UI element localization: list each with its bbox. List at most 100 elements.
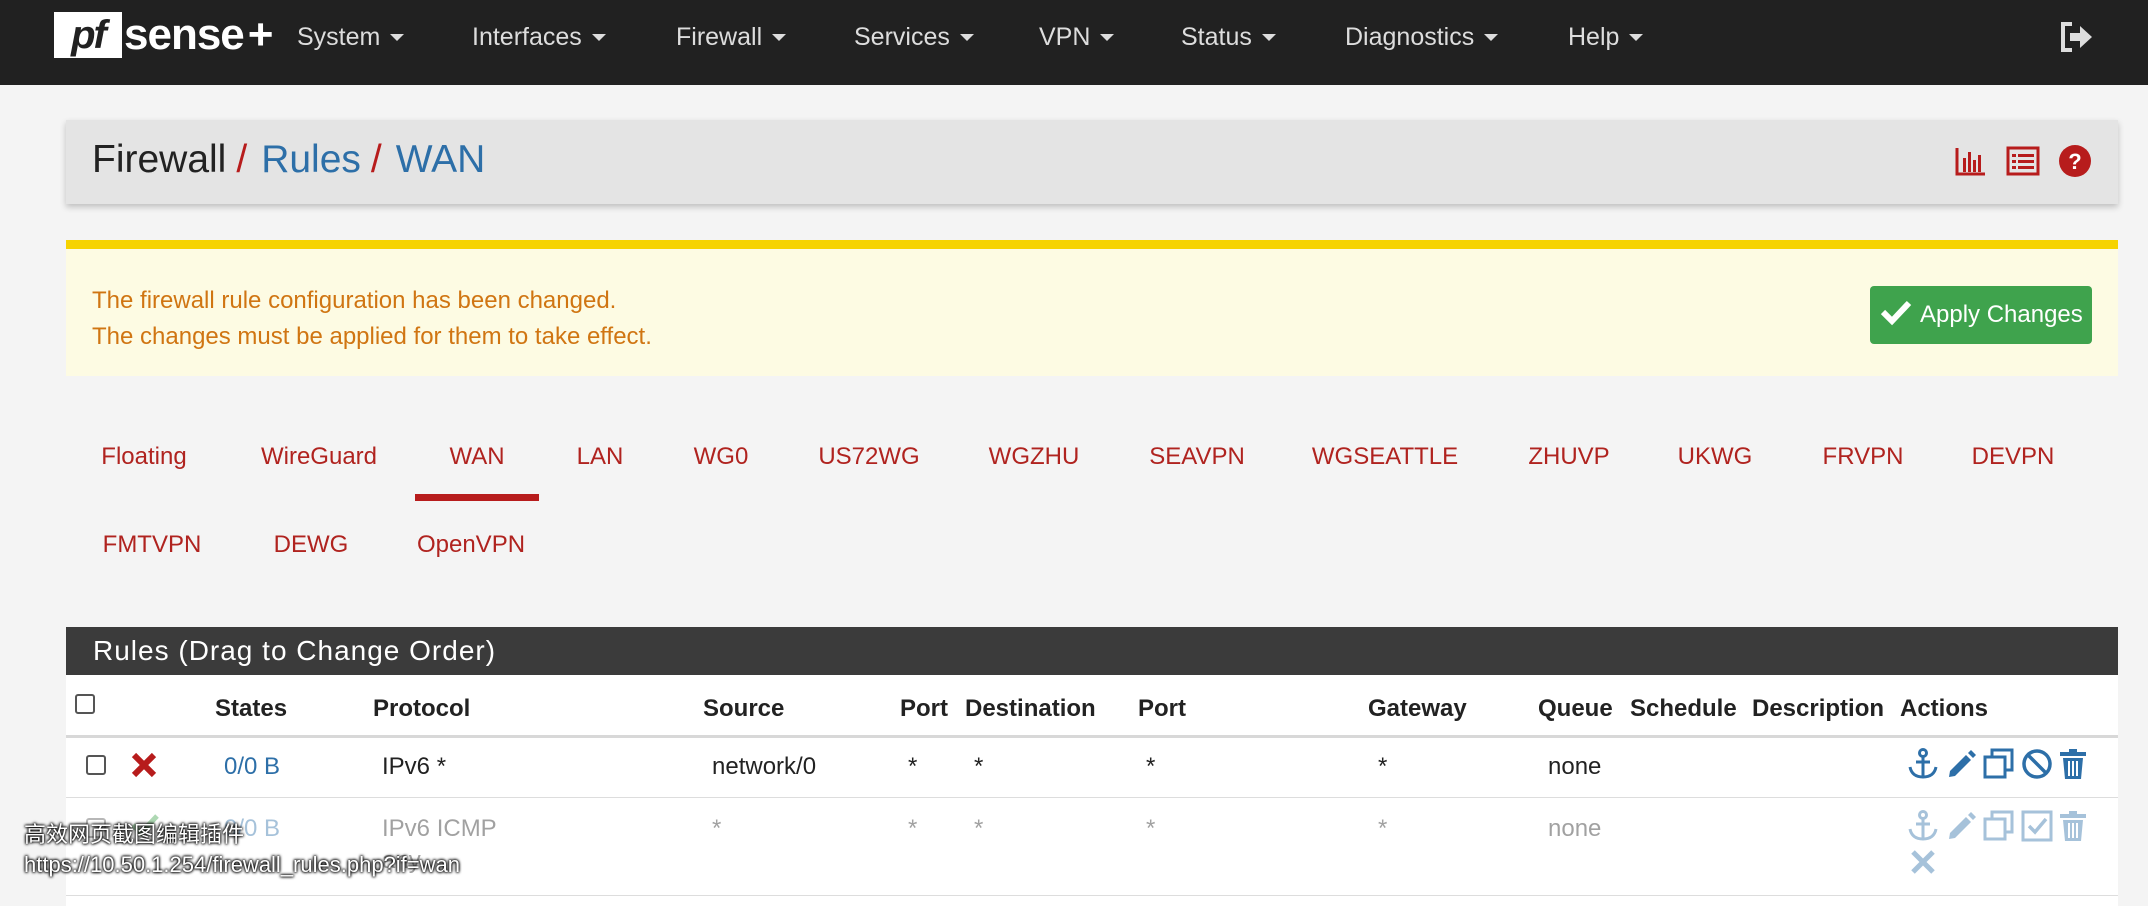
source-port-value: * [908, 753, 918, 780]
copy-icon[interactable] [1982, 809, 2016, 843]
source-value: network/0 [712, 753, 817, 780]
col-gateway[interactable]: Gateway [1368, 695, 1467, 723]
chevron-down-icon [1484, 33, 1499, 41]
row-checkbox[interactable] [86, 755, 106, 775]
rules-panel-heading: Rules (Drag to Change Order) [66, 627, 2118, 675]
tab-fmtvpn[interactable]: FMTVPN [96, 525, 208, 565]
nav-label: Help [1568, 22, 1620, 51]
gateway-value: * [1378, 815, 1388, 842]
chevron-down-icon [390, 33, 405, 41]
breadcrumb: Firewall / Rules / WAN [92, 138, 485, 182]
chevron-down-icon [959, 33, 974, 41]
source-value: * [712, 815, 722, 842]
tab-wan[interactable]: WAN [415, 437, 539, 477]
col-destination[interactable]: Destination [965, 695, 1096, 723]
active-tab-indicator [415, 494, 539, 501]
col-description[interactable]: Description [1752, 695, 1884, 723]
protocol-value: IPv6 * [382, 753, 447, 780]
sign-out-icon[interactable] [2058, 20, 2094, 54]
col-queue[interactable]: Queue [1538, 695, 1613, 723]
nav-services[interactable]: Services [854, 20, 974, 54]
tab-wireguard[interactable]: WireGuard [254, 437, 384, 477]
delete-trash-icon[interactable] [2056, 809, 2090, 843]
nav-help[interactable]: Help [1568, 20, 1644, 54]
col-source[interactable]: Source [703, 695, 784, 723]
col-protocol[interactable]: Protocol [373, 695, 470, 723]
col-destination-port[interactable]: Port [1138, 695, 1186, 723]
nav-label: Interfaces [472, 22, 582, 51]
tab-zhuvp[interactable]: ZHUVP [1520, 437, 1618, 477]
tab-floating[interactable]: Floating [88, 437, 200, 477]
nav-firewall[interactable]: Firewall [676, 20, 787, 54]
tab-openvpn[interactable]: OpenVPN [412, 525, 530, 565]
logo-sense: sense [124, 10, 245, 59]
logo-plus: + [247, 10, 274, 59]
screenshot-watermark: 高效网页截图编辑插件 https://10.50.1.254/firewall_… [24, 820, 460, 880]
tab-wgzhu[interactable]: WGZHU [982, 437, 1086, 477]
select-all-checkbox[interactable] [75, 694, 95, 714]
breadcrumb-separator: / [370, 138, 382, 181]
check-icon [1880, 298, 1912, 333]
chevron-down-icon [591, 33, 606, 41]
edit-pencil-icon[interactable] [1944, 747, 1978, 781]
source-port-value: * [908, 815, 918, 842]
anchor-icon[interactable] [1906, 747, 1940, 781]
breadcrumb-wan[interactable]: WAN [396, 138, 486, 182]
tab-lan[interactable]: LAN [565, 437, 635, 477]
destination-value: * [974, 815, 984, 842]
tab-ukwg[interactable]: UKWG [1672, 437, 1758, 477]
bar-chart-icon[interactable] [1954, 144, 1988, 178]
destination-port-value: * [1146, 753, 1156, 780]
nav-label: VPN [1039, 22, 1091, 51]
apply-changes-label: Apply Changes [1920, 301, 2083, 328]
disable-ban-icon[interactable] [2020, 747, 2054, 781]
breadcrumb-separator: / [236, 138, 248, 181]
destination-port-value: * [1146, 815, 1156, 842]
row-divider [66, 797, 2118, 798]
states-value[interactable]: 0/0 B [224, 753, 280, 781]
nav-label: Status [1181, 22, 1252, 51]
alert-line-2: The changes must be applied for them to … [92, 323, 652, 350]
col-source-port[interactable]: Port [900, 695, 948, 723]
apply-changes-button[interactable]: Apply Changes [1870, 286, 2092, 344]
col-schedule[interactable]: Schedule [1630, 695, 1737, 723]
alert-line-1: The firewall rule configuration has been… [92, 287, 617, 314]
breadcrumb-rules[interactable]: Rules [261, 138, 361, 182]
copy-icon[interactable] [1982, 747, 2016, 781]
queue-value: none [1548, 753, 1602, 780]
anchor-icon[interactable] [1906, 809, 1940, 843]
remove-x-icon[interactable] [1906, 845, 1940, 879]
config-changed-alert: The firewall rule configuration has been… [66, 240, 2118, 376]
watermark-line-1: 高效网页截图编辑插件 [24, 822, 245, 847]
top-navbar: pf sense + System Interfaces Firewall Se… [0, 0, 2148, 85]
tab-wg0[interactable]: WG0 [686, 437, 756, 477]
tab-wgseattle[interactable]: WGSEATTLE [1310, 437, 1460, 477]
nav-system[interactable]: System [297, 20, 405, 54]
nav-vpn[interactable]: VPN [1039, 20, 1115, 54]
pfsense-logo[interactable]: pf sense + [54, 10, 273, 60]
help-circle-icon[interactable]: ? [2058, 144, 2092, 178]
enable-check-square-icon[interactable] [2020, 809, 2054, 843]
queue-value: none [1548, 815, 1602, 842]
tab-us72wg[interactable]: US72WG [810, 437, 928, 477]
nav-label: System [297, 22, 381, 51]
col-states[interactable]: States [215, 695, 287, 723]
delete-trash-icon[interactable] [2056, 747, 2090, 781]
nav-label: Firewall [676, 22, 763, 51]
chevron-down-icon [1629, 33, 1644, 41]
chevron-down-icon [772, 33, 787, 41]
logo-pf: pf [54, 12, 122, 58]
tab-seavpn[interactable]: SEAVPN [1144, 437, 1250, 477]
gateway-value: * [1378, 753, 1388, 780]
nav-diagnostics[interactable]: Diagnostics [1345, 20, 1499, 54]
list-log-icon[interactable] [2006, 144, 2040, 178]
tab-frvpn[interactable]: FRVPN [1818, 437, 1908, 477]
nav-interfaces[interactable]: Interfaces [472, 20, 606, 54]
tab-dewg[interactable]: DEWG [268, 525, 354, 565]
header-divider [66, 735, 2118, 738]
nav-label: Diagnostics [1345, 22, 1475, 51]
chevron-down-icon [1261, 33, 1276, 41]
edit-pencil-icon[interactable] [1944, 809, 1978, 843]
nav-status[interactable]: Status [1181, 20, 1276, 54]
tab-devpn[interactable]: DEVPN [1968, 437, 2058, 477]
